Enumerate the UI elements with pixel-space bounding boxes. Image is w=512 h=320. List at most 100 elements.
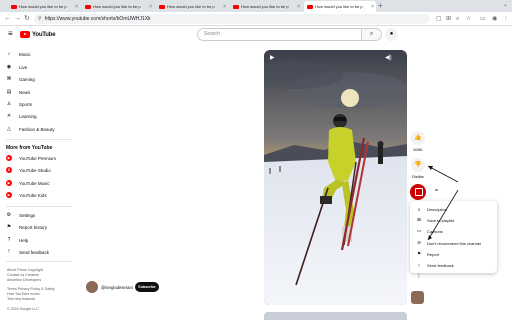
screen: How would you like to be p × How would y… [0, 0, 512, 320]
tab-search-icon[interactable]: ⌄ [503, 1, 508, 8]
site-info-icon[interactable]: ⚲ [38, 16, 42, 22]
address-bar[interactable]: ⚲ https://www.youtube.com/shorts/bOmUWHJ… [34, 14, 430, 24]
description-icon: ≡ [417, 206, 421, 212]
browser-tab[interactable]: How would you like to be p × [82, 1, 154, 12]
screenshot-icon[interactable]: ▢ [436, 15, 442, 23]
youtube-music-icon: ▶ [6, 180, 12, 186]
browser-tab[interactable]: How would you like to be p × [8, 1, 80, 12]
dislike-button[interactable]: 👎 [411, 158, 425, 172]
menu-item-dont-recommend[interactable]: ⊘ Don't recommend this channel [416, 238, 496, 248]
footer-links[interactable]: How YouTube works [7, 292, 40, 296]
tab-title: How would you like to be p [167, 4, 215, 9]
sidebar-item-music[interactable]: ♪ Music [6, 49, 76, 59]
menu-item-captions[interactable]: ▭ Captions [416, 226, 496, 236]
sidebar-item-news[interactable]: ▤ News [6, 87, 76, 97]
back-icon[interactable]: ← [4, 14, 11, 24]
menu-item-label: Save to playlist [427, 217, 454, 223]
zoom-icon[interactable]: ⌕ [456, 15, 459, 23]
sidebar: ♪ Music ◉ Live ⌘ Gaming ▤ News ♙ Sports … [0, 44, 80, 320]
more-actions-icon[interactable]: ⋮ [416, 273, 422, 279]
channel-handle[interactable]: @sergiodeserani [101, 285, 133, 290]
menu-item-label: Send feedback [427, 262, 454, 268]
gaming-icon: ⌘ [6, 76, 12, 82]
menu-item-send-feedback[interactable]: ! Send feedback [416, 260, 496, 270]
sidebar-item-settings[interactable]: ⚙ Settings [6, 210, 76, 220]
captions-icon: ▭ [416, 228, 422, 233]
sidebar-item-youtube-kids[interactable]: ▶ YouTube Kids [6, 190, 76, 200]
menu-item-save-to-playlist[interactable]: ⊞ Save to playlist [416, 215, 496, 225]
search-button[interactable]: ⌕ [362, 28, 382, 41]
sidebar-item-learning[interactable]: ☀ Learning [6, 111, 76, 121]
sidebar-item-report-history[interactable]: ⚑ Report history [6, 222, 76, 232]
sidebar-item-label: Live [19, 64, 28, 70]
sidebar-item-youtube-studio[interactable]: ⚙ YouTube Studio [6, 165, 76, 175]
sidebar-item-send-feedback[interactable]: ! Send feedback [6, 247, 76, 257]
close-icon[interactable]: × [75, 4, 78, 10]
sidebar-item-fashion-beauty[interactable]: △ Fashion & Beauty [6, 124, 76, 134]
footer-links[interactable]: About Press Copyright [7, 268, 43, 272]
close-icon[interactable]: × [297, 4, 300, 10]
new-tab-button[interactable]: + [378, 1, 383, 11]
sidebar-item-sports[interactable]: ♙ Sports [6, 99, 76, 109]
play-icon[interactable]: ▶ [270, 54, 275, 61]
mic-icon: ● [389, 31, 394, 37]
menu-icon[interactable]: ≡ [8, 30, 13, 38]
more-from-youtube-heading: More from YouTube [6, 145, 53, 151]
short-video-player[interactable]: ▶ ◀) [264, 50, 407, 305]
youtube-favicon-icon [307, 4, 313, 9]
sidebar-item-live[interactable]: ◉ Live [6, 62, 76, 72]
sidebar-item-youtube-premium[interactable]: ▶ YouTube Premium [6, 153, 76, 163]
comments-button[interactable] [410, 184, 426, 200]
reload-icon[interactable]: ↻ [24, 14, 30, 24]
browser-menu-icon[interactable]: ⋮ [503, 15, 509, 23]
close-icon[interactable]: × [371, 4, 374, 10]
forward-icon[interactable]: → [14, 14, 21, 24]
next-short-preview[interactable] [264, 312, 407, 320]
search-icon: ⌕ [369, 31, 374, 37]
menu-item-report[interactable]: ⚑ Report [416, 249, 496, 259]
sidebar-item-youtube-music[interactable]: ▶ YouTube Music [6, 178, 76, 188]
divider [6, 261, 72, 262]
channel-avatar[interactable] [86, 281, 98, 293]
youtube-header: ≡ YouTube Search ⌕ ● [0, 26, 512, 44]
news-icon: ▤ [6, 89, 12, 95]
browser-tab[interactable]: How would you like to be p × [230, 1, 302, 12]
logo-text: YouTube [32, 31, 56, 38]
sidebar-item-label: Fashion & Beauty [19, 126, 55, 132]
block-icon: ⊘ [417, 240, 421, 245]
sidebar-item-gaming[interactable]: ⌘ Gaming [6, 74, 76, 84]
youtube-play-icon [20, 31, 30, 38]
profile-icon[interactable]: ◉ [492, 15, 497, 23]
sound-avatar[interactable] [411, 291, 424, 304]
menu-item-description[interactable]: ≡ Description [416, 204, 496, 214]
sidebar-item-help[interactable]: ? Help [6, 235, 76, 245]
browser-tab-active[interactable]: How would you like to be p × [304, 1, 376, 12]
youtube-logo[interactable]: YouTube [20, 31, 56, 38]
dislike-label: Dislike [412, 174, 424, 179]
like-count: 526K [413, 147, 423, 152]
footer-links[interactable]: Contact us Creators [7, 273, 39, 277]
search-input[interactable]: Search [197, 28, 362, 41]
tab-title: How would you like to be p [93, 4, 141, 9]
youtube-studio-icon: ⚙ [6, 167, 12, 173]
footer-links[interactable]: Terms Privacy Policy & Safety [7, 287, 55, 291]
footer-links[interactable]: Advertise Developers [7, 278, 41, 282]
flag-icon: ⚑ [416, 251, 422, 256]
like-button[interactable]: 👍 [411, 131, 425, 145]
help-icon: ? [7, 237, 11, 243]
voice-search-button[interactable]: ● [385, 28, 398, 41]
music-icon: ♪ [7, 51, 11, 57]
subscribe-button[interactable]: Subscribe [135, 282, 159, 292]
annotation-arrowhead [428, 166, 433, 170]
close-icon[interactable]: × [223, 4, 226, 10]
sidebar-item-label: YouTube Premium [19, 155, 56, 161]
video-frame [264, 50, 407, 305]
volume-icon[interactable]: ◀) [385, 54, 392, 61]
bookmark-star-icon[interactable]: ☆ [466, 15, 471, 23]
footer-links[interactable]: Test new features [7, 297, 35, 301]
close-icon[interactable]: × [149, 4, 152, 10]
extensions-icon[interactable]: ▭ [480, 15, 486, 23]
sidebar-item-label: Report history [19, 224, 48, 230]
browser-tab[interactable]: How would you like to be p × [156, 1, 228, 12]
translate-icon[interactable]: ⊞ [446, 15, 451, 23]
